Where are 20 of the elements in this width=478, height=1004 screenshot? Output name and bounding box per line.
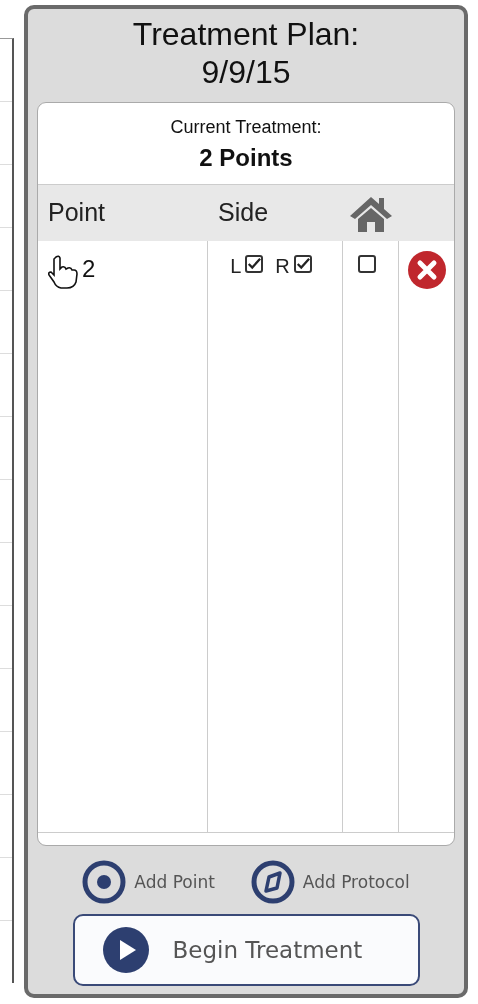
point-number: 2 [82, 254, 96, 283]
plan-date: 9/9/15 [200, 53, 292, 92]
current-treatment-label: Current Treatment: [169, 116, 323, 138]
remove-icon[interactable] [406, 249, 447, 290]
target-icon [82, 860, 127, 904]
compass-icon [250, 860, 295, 904]
panel-title: Treatment Plan: [131, 15, 361, 54]
play-icon [102, 927, 149, 973]
current-treatment-value: 2 Points [198, 143, 294, 172]
checkbox[interactable] [293, 254, 312, 273]
column-header: Point [47, 198, 106, 228]
checkbox[interactable] [357, 254, 376, 273]
column-header: Side [217, 198, 270, 228]
add-button[interactable]: Add Protocol [250, 860, 410, 904]
left-side-label: L [230, 254, 242, 277]
add-button[interactable]: Add Point [82, 860, 215, 904]
checkbox[interactable] [245, 254, 264, 273]
hand-cursor-icon [48, 254, 78, 289]
begin-treatment-button[interactable]: Begin Treatment [72, 914, 420, 986]
right-side-label: R [275, 254, 290, 277]
